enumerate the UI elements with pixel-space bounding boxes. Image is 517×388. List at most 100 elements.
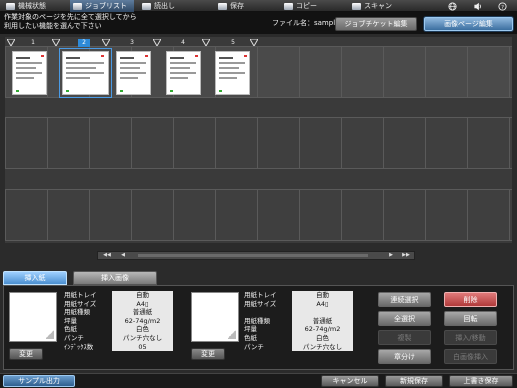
setting-label: 色紙 [244,333,257,342]
tab-recall[interactable]: 読出し [142,0,175,12]
setting-value: パンチ穴なし [112,333,173,343]
globe-icon [448,1,457,11]
page-number: 4 [181,39,185,46]
instruction-text: 作業対象のページを先に全て選択してから 利用したい機能を選んで下さい [4,13,137,31]
setting-label: パンチ [64,333,84,342]
tab-store-label: 保存 [230,2,244,10]
setting-value: パンチ穴なし [292,342,353,352]
store-icon [218,2,227,10]
instruction-line-1: 作業対象のページを先に全て選択してから [4,13,137,21]
setting-label: パンチ [244,342,264,351]
change-image-paper-button[interactable]: 変更 [191,348,225,360]
tab-copy-label: コピー [296,2,317,10]
insert-tabs: 挿入紙 挿入画像 [3,271,514,286]
tab-insert-image[interactable]: 挿入画像 [73,271,157,285]
page-number: 1 [31,39,35,46]
scroll-first-icon[interactable]: ◀◀ [100,252,114,259]
instruction-line-2: 利用したい機能を選んで下さい [4,22,102,30]
insert-move-button[interactable]: 挿入/移動 [444,330,497,345]
setting-value: 白色 [112,325,173,334]
tab-job-list-label: ジョブリスト [85,2,127,10]
recall-icon [142,2,151,10]
scroll-thumb[interactable] [138,254,368,257]
machine-status-icon [6,2,15,10]
scroll-left-icon[interactable]: ◀ [116,252,130,259]
setting-label: 用紙トレイ [244,291,277,299]
setting-label: 用紙種類 [64,308,90,317]
tab-insert-paper[interactable]: 挿入紙 [3,271,67,285]
insert-marker[interactable] [52,39,60,46]
image-paper-settings-table: 用紙トレイ 自動 用紙サイズ A4▯ 用紙種類 普通紙 坪量 62-74g/m2 色紙 白… [242,291,353,352]
scroll-last-icon[interactable]: ▶▶ [399,252,413,259]
scroll-right-icon[interactable]: ▶ [384,252,398,259]
setting-label: 用紙サイズ [64,299,97,308]
insert-marker[interactable] [7,39,15,46]
setting-value [292,308,353,317]
setting-value: 普通紙 [292,316,353,326]
page-thumbnail[interactable] [116,51,151,95]
top-menu-bar: 機械状態 ジョブリスト 読出し 保存 コピー スキャン ? [0,0,517,12]
tab-copy[interactable]: コピー [284,0,317,12]
tab-machine-status-label: 機械状態 [18,2,46,10]
delete-button[interactable]: 削除 [444,292,497,307]
help-button[interactable]: ? [498,0,507,12]
scan-icon [352,2,361,10]
insert-settings-panel: 変更 用紙トレイ 自動 用紙サイズ A4▯ 用紙種類 普通紙 坪量 62-74g/m2 … [3,285,514,370]
page-thumbnail[interactable] [12,51,47,95]
insert-marker[interactable] [102,39,110,46]
setting-value: 62-74g/m2 [292,325,353,334]
horizontal-scrollbar[interactable]: ◀◀ ◀ ▶ ▶▶ [97,251,415,260]
cancel-button[interactable]: キャンセル [321,375,379,387]
file-name-label: ファイル名： [272,19,314,27]
page-number: 5 [231,39,235,46]
tab-scan-label: スキャン [364,2,392,10]
setting-value: 普通紙 [112,308,173,317]
new-save-button[interactable]: 新規保存 [385,375,443,387]
svg-text:?: ? [501,4,504,10]
tab-recall-label: 読出し [154,2,175,10]
change-paper-button[interactable]: 変更 [9,348,43,360]
setting-value: A4▯ [112,299,173,309]
web-browser-button[interactable] [448,0,457,12]
setting-value: A4▯ [292,299,353,309]
page-thumbnail-selected[interactable] [59,48,112,98]
page-number: 3 [130,39,134,46]
continuous-select-button[interactable]: 連続選択 [378,292,431,307]
insert-marker[interactable] [250,39,258,46]
page-thumbnail[interactable] [166,51,201,95]
insert-marker[interactable] [153,39,161,46]
page-grid: 1 2 3 4 5 [5,37,512,243]
blank-image-insert-button[interactable]: 白画像挿入 [444,349,497,364]
copy-icon [284,2,293,10]
duplicate-button[interactable]: 複製 [378,330,431,345]
rotate-button[interactable]: 回転 [444,311,497,326]
setting-label: 用紙トレイ [64,291,97,299]
chapter-split-button[interactable]: 章分け [378,349,431,364]
tab-scan[interactable]: スキャン [352,0,392,12]
job-list-icon [73,2,82,10]
insert-marker[interactable] [202,39,210,46]
select-all-button[interactable]: 全選択 [378,311,431,326]
help-icon: ? [498,1,507,10]
volume-button[interactable] [473,0,483,12]
speaker-icon [474,2,481,10]
tab-machine-status[interactable]: 機械状態 [6,0,46,12]
sample-output-button[interactable]: サンプル出力 [3,375,75,387]
setting-value: 05 [112,342,173,352]
image-page-edit-button[interactable]: 画像ページ編集 [424,17,513,31]
page-row [5,117,512,169]
overwrite-save-button[interactable]: 上書き保存 [449,375,513,387]
job-ticket-edit-button[interactable]: ジョブチケット編集 [335,17,417,31]
paper-preview [9,292,57,342]
setting-value: 白色 [292,333,353,343]
setting-label: ｲﾝﾃﾞｯｸｽ数 [64,342,94,351]
page-number-selected: 2 [78,39,90,47]
tab-store[interactable]: 保存 [218,0,244,12]
setting-value: 自動 [292,291,353,300]
page-row [5,189,512,241]
footer-bar: サンプル出力 キャンセル 新規保存 上書き保存 [0,373,517,388]
setting-label: 用紙サイズ [244,299,277,308]
tab-job-list[interactable]: ジョブリスト [70,0,134,12]
setting-label: 用紙種類 [244,316,270,325]
page-thumbnail[interactable] [215,51,250,95]
